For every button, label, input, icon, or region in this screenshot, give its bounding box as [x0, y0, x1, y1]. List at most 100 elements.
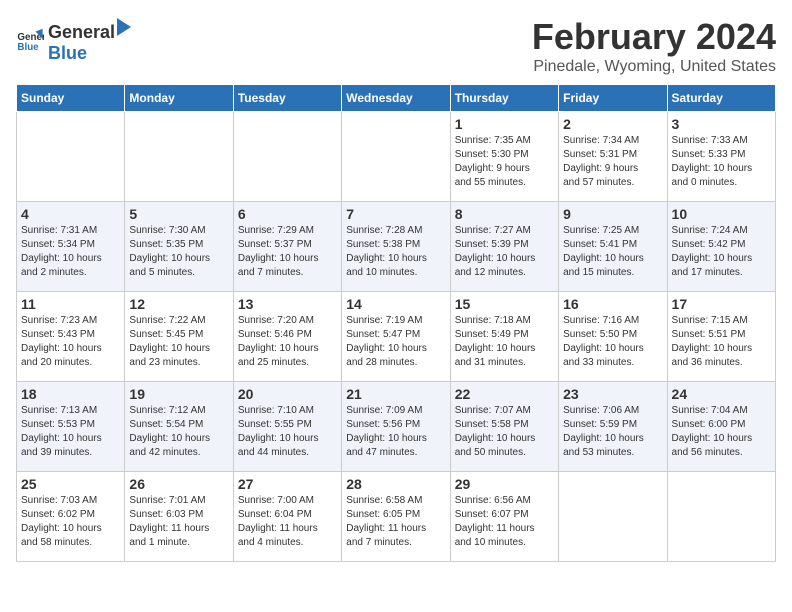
calendar-cell: 23Sunrise: 7:06 AM Sunset: 5:59 PM Dayli…	[559, 382, 667, 472]
calendar-cell: 9 Sunrise: 7:25 AM Sunset: 5:41 PM Daylig…	[559, 202, 667, 292]
day-number: 26	[129, 476, 228, 492]
day-number: 16	[563, 296, 662, 312]
calendar-cell: 24 Sunrise: 7:04 AM Sunset: 6:00 PM Dayli…	[667, 382, 775, 472]
day-info: Sunrise: 6:56 AM Sunset: 6:07 PM Dayligh…	[455, 494, 554, 550]
day-number: 11	[21, 296, 120, 312]
day-info: Sunrise: 7:24 AM Sunset: 5:42 PM Dayligh…	[672, 224, 771, 280]
calendar-week-row: 11 Sunrise: 7:23 AM Sunset: 5:43 PM Dayli…	[17, 292, 776, 382]
day-info: Sunrise: 7:10 AM Sunset: 5:55 PM Dayligh…	[238, 404, 337, 460]
calendar-cell: 1 Sunrise: 7:35 AM Sunset: 5:30 PM Daylig…	[450, 112, 558, 202]
day-info: Sunrise: 7:22 AM Sunset: 5:45 PM Dayligh…	[129, 314, 228, 370]
calendar-cell: 11 Sunrise: 7:23 AM Sunset: 5:43 PM Dayli…	[17, 292, 125, 382]
day-info: Sunrise: 7:20 AM Sunset: 5:46 PM Dayligh…	[238, 314, 337, 370]
day-info: Sunrise: 7:15 AM Sunset: 5:51 PM Dayligh…	[672, 314, 771, 370]
day-number: 14	[346, 296, 445, 312]
day-number: 18	[21, 386, 120, 402]
day-header-friday: Friday	[559, 85, 667, 112]
day-header-saturday: Saturday	[667, 85, 775, 112]
calendar-table: SundayMondayTuesdayWednesdayThursdayFrid…	[16, 84, 776, 562]
day-info: Sunrise: 7:33 AM Sunset: 5:33 PM Dayligh…	[672, 134, 771, 190]
day-number: 28	[346, 476, 445, 492]
calendar-header-row: SundayMondayTuesdayWednesdayThursdayFrid…	[17, 85, 776, 112]
day-info: Sunrise: 7:30 AM Sunset: 5:35 PM Dayligh…	[129, 224, 228, 280]
calendar-cell	[125, 112, 233, 202]
calendar-cell: 12 Sunrise: 7:22 AM Sunset: 5:45 PM Dayli…	[125, 292, 233, 382]
calendar-cell: 3 Sunrise: 7:33 AM Sunset: 5:33 PM Daylig…	[667, 112, 775, 202]
day-info: Sunrise: 7:28 AM Sunset: 5:38 PM Dayligh…	[346, 224, 445, 280]
calendar-week-row: 1 Sunrise: 7:35 AM Sunset: 5:30 PM Daylig…	[17, 112, 776, 202]
calendar-cell: 25 Sunrise: 7:03 AM Sunset: 6:02 PM Dayli…	[17, 472, 125, 562]
location-title: Pinedale, Wyoming, United States	[532, 58, 776, 76]
day-info: Sunrise: 7:12 AM Sunset: 5:54 PM Dayligh…	[129, 404, 228, 460]
day-number: 4	[21, 206, 120, 222]
logo-icon: General Blue	[16, 26, 44, 54]
day-number: 23	[563, 386, 662, 402]
day-header-monday: Monday	[125, 85, 233, 112]
logo-triangle-icon	[115, 16, 133, 38]
calendar-cell: 14Sunrise: 7:19 AM Sunset: 5:47 PM Dayli…	[342, 292, 450, 382]
calendar-cell	[342, 112, 450, 202]
day-info: Sunrise: 7:09 AM Sunset: 5:56 PM Dayligh…	[346, 404, 445, 460]
day-info: Sunrise: 7:29 AM Sunset: 5:37 PM Dayligh…	[238, 224, 337, 280]
day-header-sunday: Sunday	[17, 85, 125, 112]
day-number: 3	[672, 116, 771, 132]
day-number: 29	[455, 476, 554, 492]
day-number: 5	[129, 206, 228, 222]
day-info: Sunrise: 7:01 AM Sunset: 6:03 PM Dayligh…	[129, 494, 228, 550]
day-number: 1	[455, 116, 554, 132]
calendar-cell: 4 Sunrise: 7:31 AM Sunset: 5:34 PM Daylig…	[17, 202, 125, 292]
calendar-cell: 29 Sunrise: 6:56 AM Sunset: 6:07 PM Dayli…	[450, 472, 558, 562]
day-number: 24	[672, 386, 771, 402]
calendar-cell: 26 Sunrise: 7:01 AM Sunset: 6:03 PM Dayli…	[125, 472, 233, 562]
day-info: Sunrise: 7:07 AM Sunset: 5:58 PM Dayligh…	[455, 404, 554, 460]
day-info: Sunrise: 7:25 AM Sunset: 5:41 PM Dayligh…	[563, 224, 662, 280]
calendar-week-row: 4 Sunrise: 7:31 AM Sunset: 5:34 PM Daylig…	[17, 202, 776, 292]
day-info: Sunrise: 7:16 AM Sunset: 5:50 PM Dayligh…	[563, 314, 662, 370]
calendar-week-row: 25 Sunrise: 7:03 AM Sunset: 6:02 PM Dayli…	[17, 472, 776, 562]
calendar-cell: 6Sunrise: 7:29 AM Sunset: 5:37 PM Daylig…	[233, 202, 341, 292]
day-info: Sunrise: 7:31 AM Sunset: 5:34 PM Dayligh…	[21, 224, 120, 280]
day-info: Sunrise: 7:18 AM Sunset: 5:49 PM Dayligh…	[455, 314, 554, 370]
day-info: Sunrise: 7:35 AM Sunset: 5:30 PM Dayligh…	[455, 134, 554, 190]
calendar-cell: 10 Sunrise: 7:24 AM Sunset: 5:42 PM Dayli…	[667, 202, 775, 292]
header: General Blue General Blue February 2024 …	[16, 16, 776, 76]
calendar-cell	[233, 112, 341, 202]
day-info: Sunrise: 6:58 AM Sunset: 6:05 PM Dayligh…	[346, 494, 445, 550]
calendar-cell: 28 Sunrise: 6:58 AM Sunset: 6:05 PM Dayli…	[342, 472, 450, 562]
logo-general-text: General	[48, 22, 115, 43]
day-number: 13	[238, 296, 337, 312]
day-number: 15	[455, 296, 554, 312]
month-title: February 2024	[532, 16, 776, 58]
day-number: 25	[21, 476, 120, 492]
calendar-cell: 17 Sunrise: 7:15 AM Sunset: 5:51 PM Dayli…	[667, 292, 775, 382]
calendar-cell: 22 Sunrise: 7:07 AM Sunset: 5:58 PM Dayli…	[450, 382, 558, 472]
calendar-cell: 7Sunrise: 7:28 AM Sunset: 5:38 PM Daylig…	[342, 202, 450, 292]
day-number: 21	[346, 386, 445, 402]
day-info: Sunrise: 7:00 AM Sunset: 6:04 PM Dayligh…	[238, 494, 337, 550]
calendar-week-row: 18Sunrise: 7:13 AM Sunset: 5:53 PM Dayli…	[17, 382, 776, 472]
day-number: 2	[563, 116, 662, 132]
day-header-thursday: Thursday	[450, 85, 558, 112]
calendar-cell: 16 Sunrise: 7:16 AM Sunset: 5:50 PM Dayli…	[559, 292, 667, 382]
calendar-cell: 13 Sunrise: 7:20 AM Sunset: 5:46 PM Dayli…	[233, 292, 341, 382]
day-number: 10	[672, 206, 771, 222]
day-number: 27	[238, 476, 337, 492]
calendar-cell: 19Sunrise: 7:12 AM Sunset: 5:54 PM Dayli…	[125, 382, 233, 472]
day-info: Sunrise: 7:23 AM Sunset: 5:43 PM Dayligh…	[21, 314, 120, 370]
day-number: 17	[672, 296, 771, 312]
day-info: Sunrise: 7:27 AM Sunset: 5:39 PM Dayligh…	[455, 224, 554, 280]
calendar-cell: 27 Sunrise: 7:00 AM Sunset: 6:04 PM Dayli…	[233, 472, 341, 562]
calendar-cell: 5 Sunrise: 7:30 AM Sunset: 5:35 PM Daylig…	[125, 202, 233, 292]
day-number: 12	[129, 296, 228, 312]
calendar-cell: 21 Sunrise: 7:09 AM Sunset: 5:56 PM Dayli…	[342, 382, 450, 472]
logo-blue-text: Blue	[48, 43, 87, 63]
day-info: Sunrise: 7:03 AM Sunset: 6:02 PM Dayligh…	[21, 494, 120, 550]
day-info: Sunrise: 7:34 AM Sunset: 5:31 PM Dayligh…	[563, 134, 662, 190]
calendar-cell: 18Sunrise: 7:13 AM Sunset: 5:53 PM Dayli…	[17, 382, 125, 472]
day-number: 20	[238, 386, 337, 402]
day-info: Sunrise: 7:04 AM Sunset: 6:00 PM Dayligh…	[672, 404, 771, 460]
day-number: 22	[455, 386, 554, 402]
day-number: 8	[455, 206, 554, 222]
calendar-cell	[559, 472, 667, 562]
day-number: 9	[563, 206, 662, 222]
